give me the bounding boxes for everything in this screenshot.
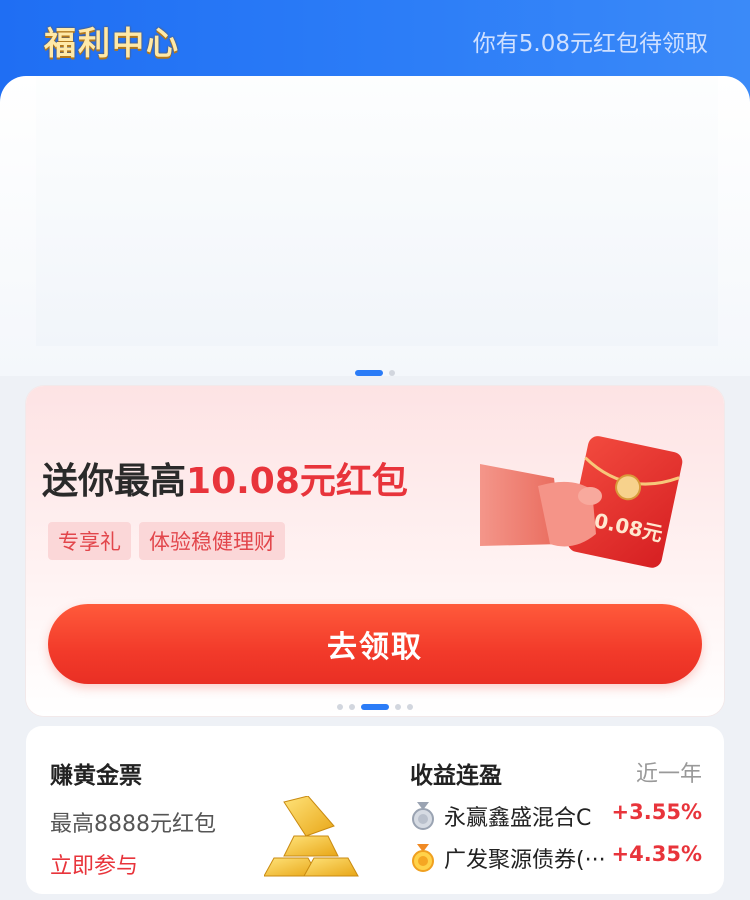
gold-bars-icon bbox=[264, 796, 359, 877]
pagination-dot bbox=[337, 703, 343, 710]
tag-exclusive-gift: 专享礼 bbox=[48, 522, 131, 560]
returns-section[interactable]: 收益连盈 近一年 永赢鑫盛混合C +3.55% 广发聚源债券(··· +4.35… bbox=[410, 756, 702, 886]
fund-rate: +4.35% bbox=[611, 842, 702, 866]
gold-ticket-desc: 最高8888元红包 bbox=[50, 812, 216, 837]
join-now-link[interactable]: 立即参与 bbox=[50, 848, 138, 880]
pagination-dot-active bbox=[355, 369, 383, 376]
red-packet-promo-card[interactable]: 送你最高10.08元红包 专享礼 体验稳健理财 10.08元 去领取 bbox=[26, 386, 724, 716]
bottom-feature-card: 赚黄金票 最高8888元红包 立即参与 收益连盈 近一年 永赢鑫盛混合C +3.… bbox=[26, 726, 724, 894]
gold-medal-icon bbox=[412, 844, 434, 872]
banner-pagination bbox=[0, 362, 750, 376]
fund-row[interactable]: 永赢鑫盛混合C +3.55% bbox=[410, 800, 702, 832]
promo-pagination bbox=[26, 696, 724, 710]
pagination-dot bbox=[389, 369, 395, 376]
top-banner[interactable] bbox=[0, 76, 750, 376]
fund-name: 永赢鑫盛混合C bbox=[444, 806, 592, 831]
tag-steady-finance: 体验稳健理财 bbox=[139, 522, 285, 560]
gold-ticket-title: 赚黄金票 bbox=[50, 763, 142, 789]
promo-title-prefix: 送你最高 bbox=[42, 461, 187, 502]
page-title: 福利中心 bbox=[44, 24, 181, 62]
promo-title: 送你最高10.08元红包 bbox=[42, 452, 408, 504]
gold-ticket-section[interactable]: 赚黄金票 最高8888元红包 立即参与 bbox=[50, 756, 370, 886]
returns-header: 收益连盈 近一年 bbox=[410, 756, 702, 789]
pending-red-packet-notice[interactable]: 你有5.08元红包待领取 bbox=[473, 24, 708, 58]
promo-tags: 专享礼 体验稳健理财 bbox=[48, 522, 293, 560]
silver-medal-icon bbox=[412, 802, 434, 830]
returns-title: 收益连盈 bbox=[410, 763, 502, 789]
banner-image-area[interactable] bbox=[36, 76, 718, 346]
fund-name: 广发聚源债券(··· bbox=[444, 848, 606, 873]
promo-title-highlight: 10.08元红包 bbox=[186, 461, 408, 502]
pagination-dot bbox=[349, 703, 355, 710]
returns-period: 近一年 bbox=[635, 762, 702, 787]
pagination-dot bbox=[395, 703, 401, 710]
fund-row[interactable]: 广发聚源债券(··· +4.35% bbox=[410, 842, 702, 874]
pagination-dot bbox=[407, 703, 413, 710]
red-envelope-hand-icon: 10.08元 bbox=[480, 436, 683, 568]
pagination-dot-active bbox=[361, 703, 389, 710]
fund-rate: +3.55% bbox=[611, 800, 702, 824]
claim-button[interactable]: 去领取 bbox=[48, 604, 702, 684]
